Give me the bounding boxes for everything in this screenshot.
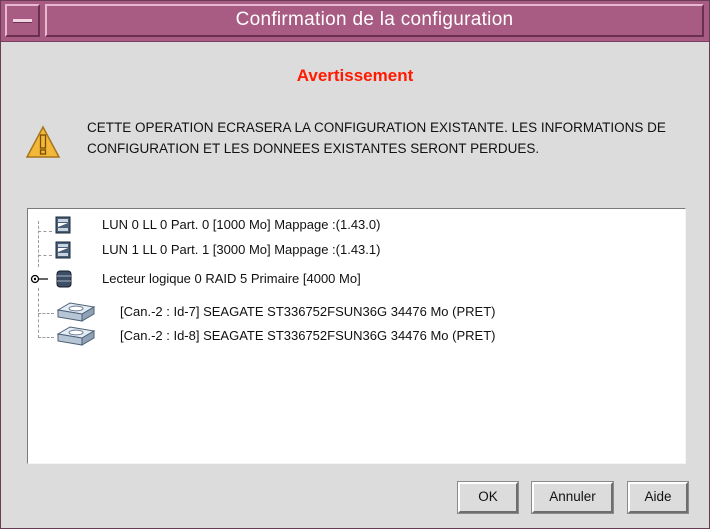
warning-message: CETTE OPERATION ECRASERA LA CONFIGURATIO… <box>87 120 666 156</box>
tree-guide <box>38 313 54 314</box>
tree-item-label: [Can.-2 : Id-8] SEAGATE ST336752FSUN36G … <box>120 328 496 343</box>
tree-item-label: [Can.-2 : Id-7] SEAGATE ST336752FSUN36G … <box>120 304 496 319</box>
ok-button-label: OK <box>478 489 498 504</box>
warning-triangle-icon <box>25 125 61 158</box>
tree-item-lun-0[interactable]: LUN 0 LL 0 Part. 0 [1000 Mo] Mappage :(1… <box>54 215 654 235</box>
cancel-button[interactable]: Annuler <box>532 482 613 513</box>
window-menu-button[interactable] <box>5 4 40 37</box>
configuration-tree[interactable]: LUN 0 LL 0 Part. 0 [1000 Mo] Mappage :(1… <box>27 208 686 464</box>
logical-drive-icon <box>56 270 72 288</box>
expand-toggle-icon[interactable] <box>30 273 50 285</box>
warning-heading: Avertissement <box>296 66 414 85</box>
window-title: Confirmation de la configuration <box>45 4 704 37</box>
help-button-label: Aide <box>644 489 672 504</box>
lun-icon <box>55 216 71 234</box>
lun-icon <box>55 241 71 259</box>
disk-drive-icon <box>56 302 96 322</box>
window-menu-icon <box>13 19 32 23</box>
tree-item-label: LUN 0 LL 0 Part. 0 [1000 Mo] Mappage :(1… <box>102 217 381 232</box>
help-button[interactable]: Aide <box>628 482 688 513</box>
tree-guide <box>38 255 52 256</box>
tree-item-disk-id8[interactable]: [Can.-2 : Id-8] SEAGATE ST336752FSUN36G … <box>56 326 676 346</box>
tree-item-label: LUN 1 LL 0 Part. 1 [3000 Mo] Mappage :(1… <box>102 242 381 257</box>
tree-item-label: Lecteur logique 0 RAID 5 Primaire [4000 … <box>102 271 361 286</box>
tree-item-lun-1[interactable]: LUN 1 LL 0 Part. 1 [3000 Mo] Mappage :(1… <box>54 240 654 260</box>
disk-drive-icon <box>56 326 96 346</box>
cancel-button-label: Annuler <box>549 489 596 504</box>
ok-button[interactable]: OK <box>458 482 518 513</box>
title-bar[interactable]: Confirmation de la configuration <box>1 1 709 42</box>
tree-guide <box>38 231 52 232</box>
tree-guide <box>38 221 39 267</box>
tree-item-logical-drive[interactable]: Lecteur logique 0 RAID 5 Primaire [4000 … <box>54 269 654 289</box>
tree-guide <box>38 337 54 338</box>
tree-item-disk-id7[interactable]: [Can.-2 : Id-7] SEAGATE ST336752FSUN36G … <box>56 302 676 322</box>
